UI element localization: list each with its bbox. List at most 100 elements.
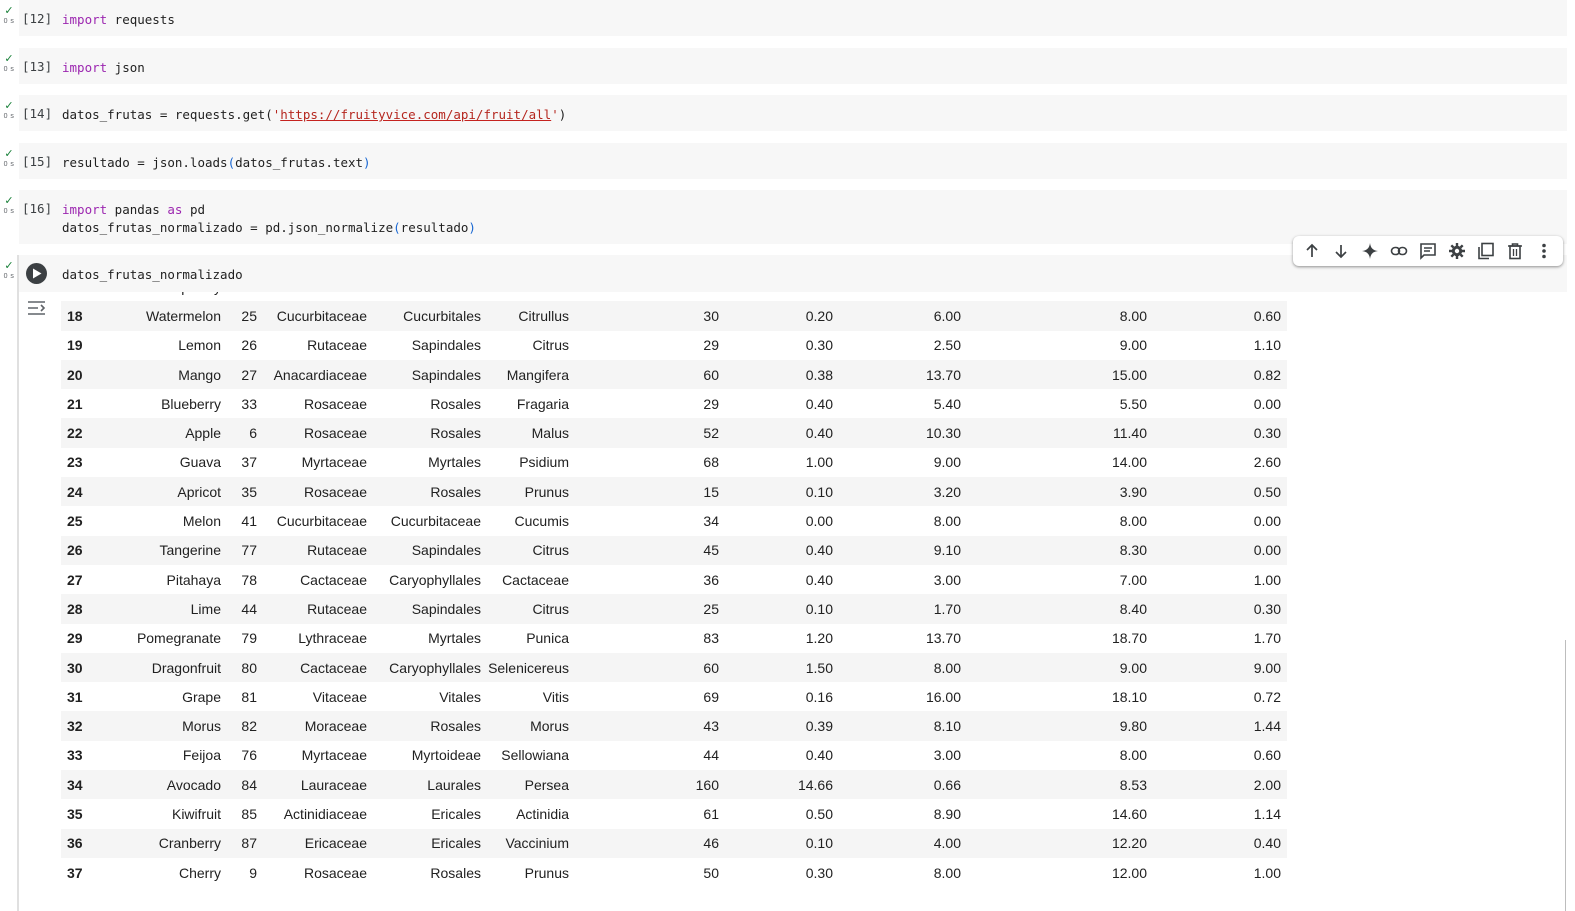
table-cell: 9.10 <box>839 535 967 565</box>
copy-link-button[interactable] <box>1387 239 1411 263</box>
code-cell[interactable]: ✓ 0 s [15] resultado = json.loads(datos_fru… <box>0 143 1575 179</box>
dataframe-output[interactable]: 17Raspberry23RosaceaeRosalesRubus530.704… <box>61 292 1287 911</box>
row-index: 20 <box>61 359 113 390</box>
table-cell: 16.00 <box>839 682 967 712</box>
table-cell: 1.10 <box>1153 330 1287 360</box>
table-cell: 8.00 <box>967 740 1153 771</box>
table-cell: 13.70 <box>839 623 967 653</box>
table-cell: 37 <box>227 447 263 478</box>
table-cell: 3.90 <box>967 477 1153 507</box>
table-cell: Persea <box>487 770 575 800</box>
table-cell: Cucurbitales <box>373 301 487 331</box>
output-actions-icon[interactable] <box>27 300 47 316</box>
table-cell: Vitaceae <box>263 682 373 712</box>
table-cell: Mango <box>113 359 227 390</box>
code-cell[interactable]: ✓ 0 s [13] import json <box>0 48 1575 84</box>
code-editor[interactable]: import requests <box>62 11 175 29</box>
table-cell: 43 <box>575 711 725 741</box>
code-editor[interactable]: datos_frutas_normalizado <box>62 266 243 284</box>
table-cell: 0.60 <box>1153 740 1287 771</box>
table-cell: 1.44 <box>1153 711 1287 741</box>
table-cell: 1.00 <box>1153 857 1287 888</box>
table-cell: 18.10 <box>967 682 1153 712</box>
table-row: 32 Morus 82 Moraceae Rosales Morus 43 0.39 8.10 9… <box>61 711 1287 741</box>
table-cell: 0.00 <box>725 506 839 536</box>
table-cell: 12.00 <box>967 292 1153 302</box>
table-cell: Vitis <box>487 682 575 712</box>
table-cell: Melon <box>113 506 227 536</box>
code-editor[interactable]: import json <box>62 59 145 77</box>
table-cell: 1.20 <box>725 623 839 653</box>
scrollbar[interactable] <box>1565 640 1566 911</box>
table-cell: Lythraceae <box>263 623 373 653</box>
code-token: ' <box>551 107 559 122</box>
table-cell: 8.90 <box>839 799 967 829</box>
code-editor[interactable]: resultado = json.loads(datos_frutas.text… <box>62 154 371 172</box>
table-cell: 0.60 <box>1153 301 1287 331</box>
table-cell: Sapindales <box>373 535 487 565</box>
table-cell: 1.00 <box>725 447 839 478</box>
table-cell: 0.50 <box>1153 477 1287 507</box>
table-cell: Rosales <box>373 418 487 448</box>
table-cell: Rosaceae <box>263 292 373 302</box>
table-cell: 25 <box>227 301 263 331</box>
table-row: 37 Cherry 9 Rosaceae Rosales Prunus 50 0.30 8.00… <box>61 857 1287 888</box>
execution-count: [15] <box>22 154 53 169</box>
move-cell-up-button[interactable] <box>1300 239 1324 263</box>
table-cell: 14.66 <box>725 770 839 800</box>
table-cell: 1.50 <box>725 652 839 683</box>
code-cell[interactable]: ✓ 0 s [12] import requests <box>0 0 1575 36</box>
table-cell: Guava <box>113 447 227 478</box>
table-cell: Mangifera <box>487 359 575 390</box>
table-cell: 12.20 <box>967 828 1153 858</box>
table-cell: 0.00 <box>1153 535 1287 565</box>
table-row: 31 Grape 81 Vitaceae Vitales Vitis 69 0.16 16.00… <box>61 682 1287 712</box>
table-row: 33 Feijoa 76 Myrtaceae Myrtoideae Sellowiana 4… <box>61 740 1287 771</box>
table-cell: 0.10 <box>725 594 839 624</box>
table-cell: 50 <box>575 857 725 888</box>
cell-toolbar <box>1293 236 1563 266</box>
table-row: 22 Apple 6 Rosaceae Rosales Malus 52 0.40 10.30 1… <box>61 418 1287 448</box>
code-token: ( <box>393 220 401 235</box>
table-cell: Caryophyllales <box>373 652 487 683</box>
execution-count: [14] <box>22 106 53 121</box>
table-cell: 1.70 <box>1153 623 1287 653</box>
table-cell: 8.00 <box>967 506 1153 536</box>
cell-settings-button[interactable] <box>1445 239 1469 263</box>
code-editor[interactable]: datos_frutas = requests.get('https://fru… <box>62 106 566 124</box>
delete-cell-button[interactable] <box>1503 239 1527 263</box>
gemini-button[interactable] <box>1358 239 1382 263</box>
table-cell: 41 <box>227 506 263 536</box>
check-icon: ✓ <box>4 100 14 112</box>
more-actions-button[interactable] <box>1532 239 1556 263</box>
add-comment-button[interactable] <box>1416 239 1440 263</box>
mirror-cell-button[interactable] <box>1474 239 1498 263</box>
table-cell: 77 <box>227 535 263 565</box>
table-row: 21 Blueberry 33 Rosaceae Rosales Fragaria 29 0.… <box>61 389 1287 419</box>
table-cell: 6 <box>227 418 263 448</box>
table-cell: 52 <box>575 418 725 448</box>
row-index: 26 <box>61 535 113 565</box>
table-cell: 60 <box>575 652 725 683</box>
table-cell: 14.00 <box>967 447 1153 478</box>
table-cell: 3.00 <box>839 740 967 771</box>
table-cell: 0.40 <box>725 564 839 595</box>
table-cell: Ericaceae <box>263 828 373 858</box>
code-cell[interactable]: ✓ 0 s [14] datos_frutas = requests.get('htt… <box>0 95 1575 131</box>
table-cell: 0.40 <box>725 535 839 565</box>
table-cell: 0.82 <box>1153 359 1287 390</box>
table-cell: Morus <box>113 711 227 741</box>
table-cell: Anacardiaceae <box>263 359 373 390</box>
table-cell: 0.38 <box>725 359 839 390</box>
table-cell: Blueberry <box>113 389 227 419</box>
code-editor[interactable]: import pandas as pd datos_frutas_normali… <box>62 201 476 237</box>
code-token: ) <box>558 107 567 122</box>
table-cell: 0.50 <box>725 799 839 829</box>
move-cell-down-button[interactable] <box>1329 239 1353 263</box>
table-cell: 8.00 <box>967 301 1153 331</box>
table-cell: 10.30 <box>839 418 967 448</box>
table-row: 19 Lemon 26 Rutaceae Sapindales Citrus 29 0.30 2… <box>61 330 1287 360</box>
run-cell-button[interactable] <box>26 263 47 284</box>
table-cell: 0.39 <box>725 711 839 741</box>
table-cell: Rosales <box>373 292 487 302</box>
